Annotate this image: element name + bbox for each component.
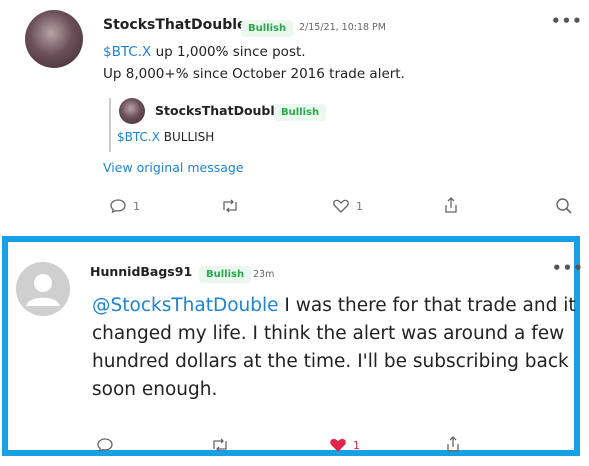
- message-body: $BTC.X up 1,000% since post. Up 8,000+% …: [103, 41, 405, 85]
- reshare-button[interactable]: [210, 437, 230, 453]
- more-options-icon[interactable]: •••: [551, 12, 583, 30]
- like-count: 1: [356, 199, 363, 213]
- reply-button[interactable]: 1: [109, 198, 140, 214]
- like-button[interactable]: 1: [329, 437, 360, 453]
- sentiment-badge: Bullish: [241, 20, 294, 37]
- message-body: @StocksThatDouble I was there for that t…: [92, 292, 582, 404]
- cashtag-link[interactable]: $BTC.X: [103, 44, 151, 60]
- message-post-highlighted: HunnidBags91 Bullish 23m ••• @StocksThat…: [2, 236, 583, 456]
- avatar[interactable]: [119, 98, 145, 124]
- quoted-text: $BTC.X BULLISH: [117, 130, 214, 144]
- username[interactable]: StocksThatDouble: [155, 103, 283, 118]
- avatar[interactable]: [25, 10, 83, 68]
- heart-icon: [333, 199, 349, 213]
- search-icon: [556, 198, 572, 214]
- like-button[interactable]: 1: [332, 198, 363, 214]
- message-text: Up 8,000+% since October 2016 trade aler…: [103, 66, 405, 82]
- reshare-button[interactable]: [220, 198, 240, 214]
- quoted-message[interactable]: StocksThatDouble Bullish $BTC.X BULLISH: [109, 98, 411, 152]
- more-options-icon[interactable]: •••: [552, 259, 584, 277]
- username[interactable]: HunnidBags91: [90, 264, 192, 279]
- default-avatar-icon: [26, 274, 60, 306]
- view-original-link[interactable]: View original message: [103, 160, 244, 175]
- message-text: up 1,000% since post.: [151, 44, 306, 60]
- timestamp[interactable]: 2/15/21, 10:18 PM: [299, 22, 386, 33]
- username[interactable]: StocksThatDouble: [103, 17, 247, 33]
- reshare-icon: [223, 199, 237, 213]
- avatar[interactable]: [16, 262, 70, 316]
- share-button[interactable]: [445, 435, 461, 453]
- mention-link[interactable]: @StocksThatDouble: [92, 295, 279, 316]
- timestamp[interactable]: 23m: [253, 269, 274, 280]
- comment-icon: [110, 199, 126, 214]
- like-count: 1: [353, 438, 360, 452]
- reply-button[interactable]: [96, 437, 114, 453]
- sentiment-badge: Bullish: [199, 266, 252, 283]
- heart-filled-icon: [330, 438, 346, 452]
- sentiment-badge: Bullish: [274, 104, 327, 121]
- share-icon: [447, 436, 459, 452]
- search-button[interactable]: [555, 197, 573, 215]
- comment-count: 1: [133, 199, 140, 213]
- share-button[interactable]: [443, 196, 459, 214]
- comment-icon: [97, 438, 113, 453]
- message-post: StocksThatDouble Bullish 2/15/21, 10:18 …: [0, 0, 589, 232]
- message-text: BULLISH: [159, 130, 215, 144]
- share-icon: [445, 197, 457, 213]
- cashtag-link[interactable]: $BTC.X: [117, 130, 160, 144]
- reshare-icon: [213, 438, 227, 452]
